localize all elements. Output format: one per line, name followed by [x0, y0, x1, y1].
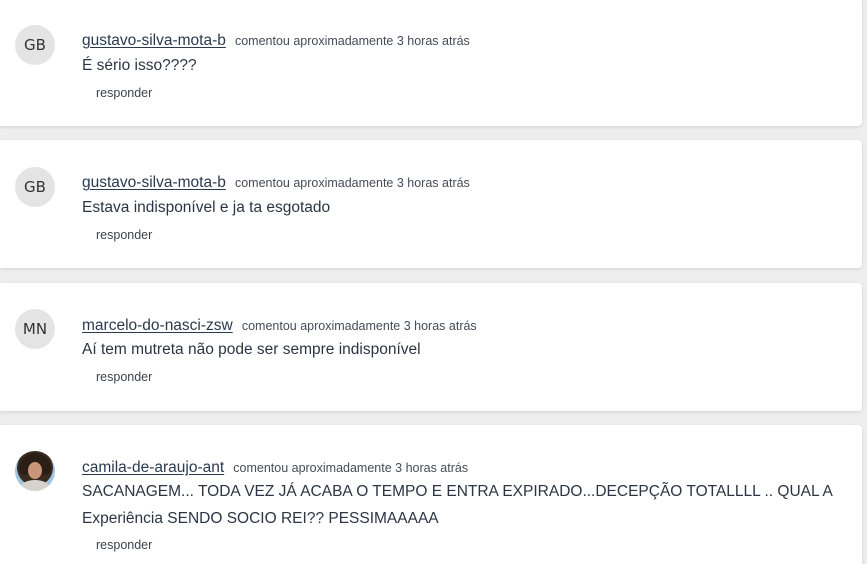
comment-card: GB gustavo-silva-mota-b comentou aproxim… — [0, 0, 862, 126]
comment-timestamp: comentou aproximadamente 3 horas atrás — [241, 319, 477, 333]
username-link[interactable]: camila-de-araujo-ant — [82, 459, 224, 476]
comment-text: Aí tem mutreta não pode ser sempre indis… — [82, 341, 421, 358]
comment-card: GB gustavo-silva-mota-b comentou aproxim… — [0, 140, 862, 268]
avatar[interactable] — [15, 451, 55, 491]
comment-card: camila-de-araujo-ant comentou aproximada… — [0, 425, 862, 564]
reply-button[interactable]: responder — [96, 538, 152, 552]
comment-timestamp: comentou aproximadamente 3 horas atrás — [233, 461, 469, 475]
comment-text: SACANAGEM... TODA VEZ JÁ ACABA O TEMPO E… — [82, 483, 832, 527]
comment-card: MN marcelo-do-nasci-zsw comentou aproxim… — [0, 283, 862, 411]
avatar-photo-face — [28, 462, 42, 479]
comment-text: Estava indisponível e ja ta esgotado — [82, 199, 331, 216]
avatar[interactable]: MN — [15, 309, 55, 349]
comment-timestamp: comentou aproximadamente 3 horas atrás — [234, 34, 470, 48]
comment-timestamp: comentou aproximadamente 3 horas atrás — [234, 176, 470, 190]
username-link[interactable]: gustavo-silva-mota-b — [82, 174, 226, 191]
comment-feed: GB gustavo-silva-mota-b comentou aproxim… — [0, 0, 867, 564]
avatar[interactable]: GB — [15, 25, 55, 65]
username-link[interactable]: marcelo-do-nasci-zsw — [82, 317, 233, 334]
avatar-photo-shirt — [20, 480, 50, 491]
comment-header: gustavo-silva-mota-b comentou aproximada… — [82, 172, 470, 192]
comment-header: gustavo-silva-mota-b comentou aproximada… — [82, 30, 470, 50]
reply-button[interactable]: responder — [96, 86, 152, 100]
reply-button[interactable]: responder — [96, 370, 152, 384]
reply-button[interactable]: responder — [96, 228, 152, 242]
comment-text: É sério isso???? — [82, 57, 197, 74]
comment-header: camila-de-araujo-ant comentou aproximada… — [82, 457, 468, 477]
username-link[interactable]: gustavo-silva-mota-b — [82, 32, 226, 49]
avatar[interactable]: GB — [15, 167, 55, 207]
comment-header: marcelo-do-nasci-zsw comentou aproximada… — [82, 315, 477, 335]
